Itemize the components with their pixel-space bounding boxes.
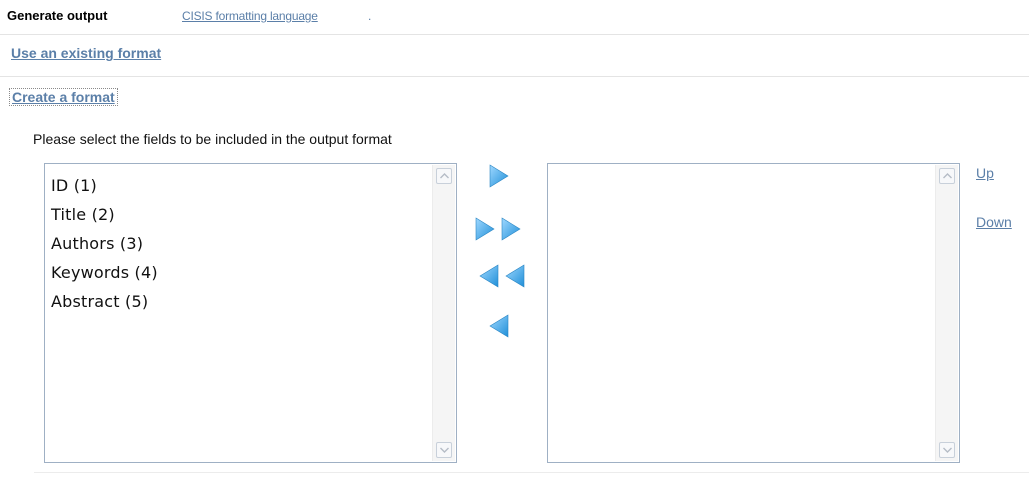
list-item[interactable]: Abstract (5) bbox=[51, 287, 158, 316]
move-all-left-button[interactable] bbox=[474, 262, 526, 295]
move-right-button[interactable] bbox=[486, 163, 512, 194]
divider bbox=[34, 472, 1029, 473]
move-up-link[interactable]: Up bbox=[976, 165, 994, 181]
page-title: Generate output bbox=[7, 8, 108, 23]
list-item[interactable]: Keywords (4) bbox=[51, 258, 158, 287]
cisis-formatting-link[interactable]: CISIS formatting language bbox=[182, 9, 318, 23]
divider bbox=[0, 34, 1029, 35]
scroll-up-button[interactable] bbox=[939, 168, 955, 184]
use-existing-format-link[interactable]: Use an existing format bbox=[11, 45, 161, 61]
arrow-right-icon bbox=[489, 164, 509, 188]
scrollbar[interactable] bbox=[432, 165, 455, 461]
divider bbox=[0, 76, 1029, 77]
list-item[interactable]: Authors (3) bbox=[51, 229, 158, 258]
chevron-up-icon bbox=[440, 173, 449, 179]
header-link-suffix: . bbox=[368, 9, 372, 23]
arrow-left-icon bbox=[489, 314, 509, 338]
chevron-down-icon bbox=[943, 447, 952, 453]
list-item[interactable]: Title (2) bbox=[51, 200, 158, 229]
chevron-down-icon bbox=[440, 447, 449, 453]
create-format-link[interactable]: Create a format bbox=[9, 88, 118, 106]
move-all-right-button[interactable] bbox=[474, 215, 526, 248]
scroll-up-button[interactable] bbox=[436, 168, 452, 184]
double-arrow-left-icon bbox=[479, 264, 525, 288]
move-left-button[interactable] bbox=[486, 312, 512, 345]
move-down-link[interactable]: Down bbox=[976, 214, 1012, 230]
list-item[interactable]: ID (1) bbox=[51, 171, 158, 200]
scroll-down-button[interactable] bbox=[436, 442, 452, 458]
scroll-down-button[interactable] bbox=[939, 442, 955, 458]
available-fields-items: ID (1) Title (2) Authors (3) Keywords (4… bbox=[51, 171, 158, 316]
instruction-text: Please select the fields to be included … bbox=[33, 131, 392, 147]
double-arrow-right-icon bbox=[475, 217, 521, 241]
chevron-up-icon bbox=[943, 173, 952, 179]
selected-fields-list[interactable] bbox=[547, 163, 960, 463]
available-fields-list[interactable]: ID (1) Title (2) Authors (3) Keywords (4… bbox=[44, 163, 457, 463]
scrollbar[interactable] bbox=[935, 165, 958, 461]
